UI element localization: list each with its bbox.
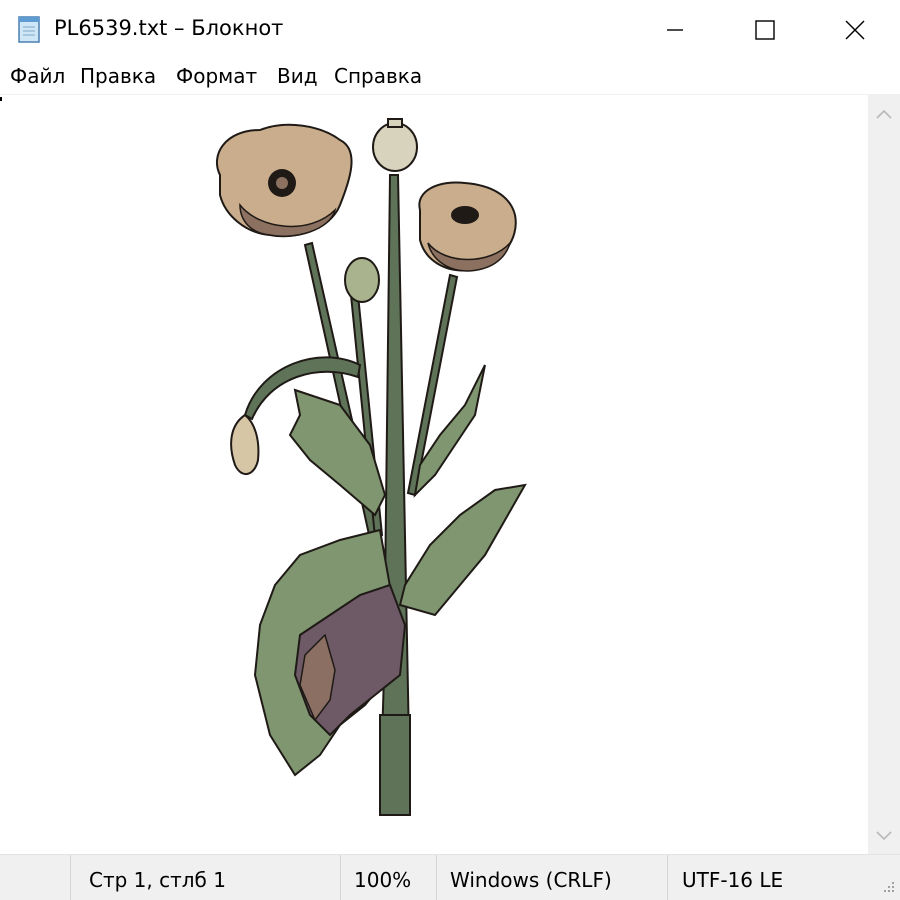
menu-help[interactable]: Справка	[334, 64, 422, 88]
status-encoding: UTF-16 LE	[682, 868, 784, 892]
close-icon	[845, 20, 865, 40]
scroll-up-icon[interactable]	[868, 98, 900, 130]
title-bar[interactable]: PL6539.txt – Блокнот	[0, 0, 900, 60]
maximize-icon	[755, 20, 775, 40]
vertical-scrollbar[interactable]	[868, 94, 900, 854]
menu-file[interactable]: Файл	[10, 64, 65, 88]
menu-edit[interactable]: Правка	[80, 64, 156, 88]
menu-view[interactable]: Вид	[277, 64, 318, 88]
resize-grip-icon[interactable]	[878, 878, 898, 898]
minimize-button[interactable]	[630, 0, 720, 60]
window-title: PL6539.txt – Блокнот	[54, 16, 284, 40]
status-encoding-cell: UTF-16 LE	[667, 855, 868, 900]
minimize-icon	[667, 29, 683, 31]
scroll-down-icon[interactable]	[868, 820, 900, 852]
maximize-button[interactable]	[720, 0, 810, 60]
poppy-art	[215, 118, 527, 816]
status-position-cell: Стр 1, стлб 1	[70, 855, 341, 900]
status-line-ending: Windows (CRLF)	[450, 868, 612, 892]
text-editor[interactable]	[0, 94, 868, 855]
notepad-window: PL6539.txt – Блокнот Файл Правка Формат …	[0, 0, 900, 900]
menu-format[interactable]: Формат	[176, 64, 257, 88]
text-caret	[0, 97, 2, 101]
status-position: Стр 1, стлб 1	[89, 868, 226, 892]
status-line-ending-cell: Windows (CRLF)	[436, 855, 668, 900]
status-bar: Стр 1, стлб 1 100% Windows (CRLF) UTF-16…	[0, 854, 900, 900]
status-zoom: 100%	[354, 868, 412, 892]
status-zoom-cell: 100%	[340, 855, 437, 900]
menu-bar: Файл Правка Формат Вид Справка	[0, 60, 900, 94]
close-button[interactable]	[810, 0, 900, 60]
notepad-icon	[18, 16, 40, 43]
